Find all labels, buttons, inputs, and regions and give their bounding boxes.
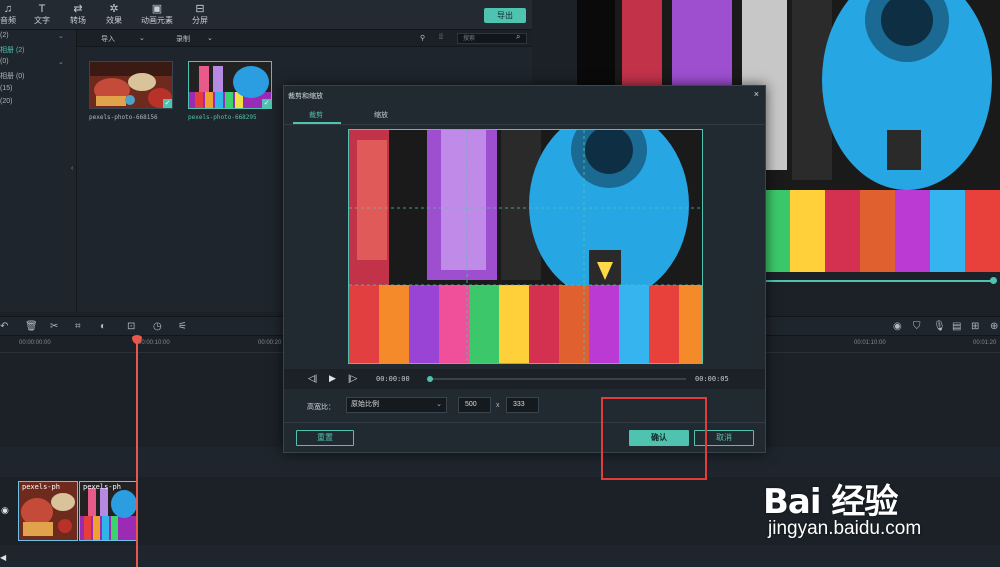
speaker-icon[interactable]: ◀: [0, 553, 6, 562]
crop-canvas[interactable]: [348, 129, 703, 364]
sidebar-item[interactable]: (20): [0, 98, 12, 105]
tool-label: 转场: [70, 16, 86, 25]
dimension-separator: x: [496, 402, 500, 409]
media-name: pexels-photo-668295: [188, 114, 257, 121]
dialog-title: 裁剪和缩放: [288, 93, 323, 100]
chevron-down-icon: ⌄: [436, 401, 442, 408]
tool-elements[interactable]: ▣ 动画元素: [137, 3, 177, 26]
width-input[interactable]: 500: [458, 397, 491, 413]
aspect-ratio-value: 原始比例: [351, 401, 379, 408]
prev-frame-icon[interactable]: ◁|: [308, 373, 317, 384]
crop-icon[interactable]: ⌗: [75, 321, 81, 332]
delete-icon[interactable]: 🗑: [25, 321, 38, 332]
tool-transition[interactable]: ⇄ 转场: [58, 3, 98, 26]
text-icon: T: [38, 3, 46, 15]
total-time: 00:00:05: [695, 375, 729, 383]
sidebar-item[interactable]: (2): [0, 32, 9, 39]
adjust-icon[interactable]: ⚟: [178, 321, 187, 332]
baidu-watermark-logo: Bai 经验: [763, 482, 898, 522]
timeline-clip[interactable]: pexels-ph: [79, 481, 137, 541]
close-icon[interactable]: ×: [754, 89, 759, 99]
media-name: pexels-photo-668156: [89, 114, 158, 121]
tool-label: 音频: [0, 16, 16, 25]
dialog-playback-bar: ◁| ▶ |▷ 00:00:00 00:00:05: [284, 369, 765, 389]
ruler-label: 00:00:00:00: [19, 340, 51, 346]
height-input[interactable]: 333: [506, 397, 539, 413]
collapse-arrow-icon[interactable]: ‹: [71, 165, 73, 172]
split-screen-icon: ⊟: [195, 3, 205, 15]
microphone-icon[interactable]: 🎙: [933, 321, 946, 332]
ruler-label: 00:00:20: [258, 340, 282, 346]
media-thumbnail-selected[interactable]: ✓: [188, 61, 272, 109]
aspect-ratio-label: 高宽比：: [307, 404, 335, 411]
undo-icon[interactable]: ↶: [0, 321, 8, 332]
tool-label: 动画元素: [141, 16, 173, 25]
crop-image: [349, 130, 702, 363]
zoom-icon[interactable]: ⊕: [990, 321, 998, 332]
sidebar-item[interactable]: (0): [0, 58, 9, 65]
record-dropdown[interactable]: 录制: [176, 34, 190, 44]
timeline-clip[interactable]: pexels-ph: [18, 481, 78, 541]
highlight-box: [601, 397, 707, 480]
ruler-label: 00:01:20: [973, 340, 997, 346]
sidebar-item[interactable]: (15): [0, 85, 12, 92]
search-icon[interactable]: ⌕: [516, 32, 520, 42]
tool-split-screen[interactable]: ⊟ 分屏: [180, 3, 220, 26]
tool-label: 文字: [34, 16, 50, 25]
thumbnail-image: [189, 62, 271, 108]
export-button[interactable]: 导出: [484, 8, 526, 23]
filter-icon[interactable]: ⚲: [420, 34, 425, 42]
baidu-watermark-url: jingyan.baidu.com: [768, 518, 922, 539]
chevron-down-icon[interactable]: ⌄: [58, 32, 64, 40]
top-toolbar: ♫ 音频 T 文字 ⇄ 转场 ✲ 效果 ▣ 动画元素 ⊟ 分屏: [0, 0, 532, 30]
sidebar-item-album[interactable]: 相册 (2): [0, 45, 25, 55]
color-icon[interactable]: ◐: [100, 321, 106, 332]
aspect-ratio-select[interactable]: 原始比例 ⌄: [346, 397, 447, 413]
voiceover-icon[interactable]: ▤: [952, 321, 961, 332]
clip-label: pexels-ph: [83, 483, 121, 491]
image-icon: ▣: [151, 3, 163, 15]
tool-label: 分屏: [192, 16, 208, 25]
chevron-down-icon[interactable]: ⌄: [139, 34, 145, 42]
media-thumbnail[interactable]: ✓: [89, 61, 173, 109]
tab-zoom[interactable]: 缩放: [374, 110, 388, 120]
next-frame-icon[interactable]: |▷: [348, 373, 357, 384]
tab-crop[interactable]: 裁剪: [309, 110, 323, 120]
chevron-down-icon[interactable]: ⌄: [207, 34, 213, 42]
tool-text[interactable]: T 文字: [22, 3, 62, 26]
speed-icon[interactable]: ◷: [153, 321, 162, 332]
cut-icon[interactable]: ✂: [50, 321, 58, 332]
sidebar-item[interactable]: 相册 (0): [0, 71, 25, 81]
scrubber-knob[interactable]: [427, 376, 433, 382]
clip-label: pexels-ph: [22, 483, 60, 491]
ruler-label: 00:00:10:00: [138, 340, 170, 346]
marker-icon[interactable]: ⊡: [127, 321, 135, 332]
dialog-scrubber[interactable]: [430, 378, 686, 380]
library-sidebar: (2) ⌄ 相册 (2) (0) ⌄ 相册 (0) (15) (20) ‹: [0, 30, 77, 312]
preview-progress-knob[interactable]: [990, 277, 997, 284]
eye-icon[interactable]: ◉: [1, 505, 9, 516]
tool-effects[interactable]: ✲ 效果: [94, 3, 134, 26]
playhead[interactable]: [136, 336, 138, 567]
tool-label: 效果: [106, 16, 122, 25]
grid-view-icon[interactable]: ⁞⁞: [439, 34, 443, 41]
ruler-label: 00:01:10:00: [854, 340, 886, 346]
transition-icon: ⇄: [73, 3, 83, 15]
render-icon[interactable]: ◉: [893, 321, 902, 332]
divider: [284, 124, 765, 125]
thumbnail-image: [90, 62, 172, 108]
chevron-down-icon[interactable]: ⌄: [58, 58, 64, 66]
checkmark-icon: ✓: [163, 99, 172, 108]
shield-icon[interactable]: ⛉: [913, 321, 921, 332]
current-time: 00:00:00: [376, 375, 410, 383]
import-dropdown[interactable]: 导入: [101, 34, 115, 44]
audio-track[interactable]: ◀: [0, 545, 1000, 567]
play-icon[interactable]: ▶: [329, 373, 336, 384]
checkmark-icon: ✓: [262, 99, 271, 108]
zoom-fit-icon[interactable]: ⊞: [971, 321, 979, 332]
effects-icon: ✲: [109, 3, 119, 15]
reset-button[interactable]: 重置: [296, 430, 354, 446]
